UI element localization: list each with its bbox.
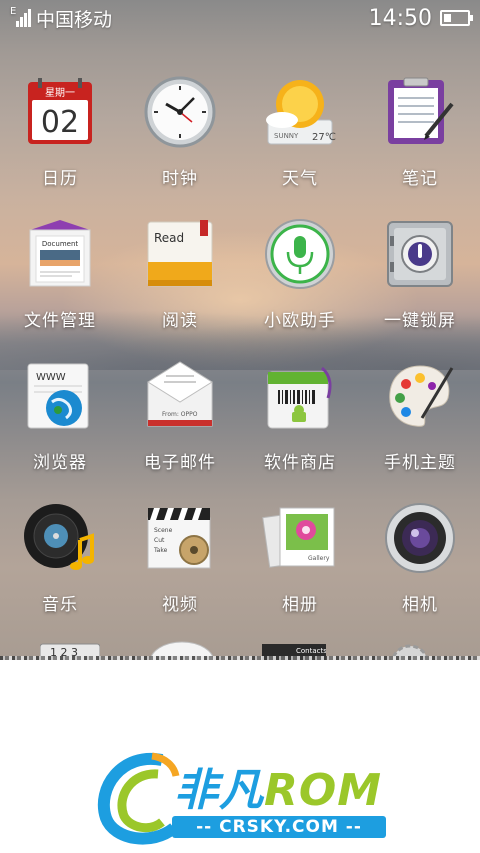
app-theme[interactable]: 手机主题 [360, 354, 480, 496]
app-label: 浏览器 [33, 453, 87, 473]
app-label: 电子邮件 [144, 453, 216, 473]
clock-time: 14:50 [368, 5, 432, 31]
app-label: 软件商店 [264, 453, 336, 473]
app-label: 天气 [282, 169, 318, 189]
contacts-text: Contacts [296, 647, 326, 655]
app-label: 相机 [402, 595, 438, 615]
app-label: 日历 [42, 169, 78, 189]
clock-icon [142, 74, 218, 150]
signal-icon: E [10, 6, 31, 27]
battery-icon [440, 10, 473, 26]
app-browser[interactable]: WWW 浏览器 [0, 354, 120, 496]
app-label: 笔记 [402, 169, 438, 189]
watermark-site: -- CRSKY.COM -- [172, 816, 386, 838]
status-right: 14:50 [368, 5, 473, 31]
status-bar: E 中国移动 14:50 [0, 0, 480, 36]
calendar-day: 02 [41, 105, 79, 140]
voice-assistant-icon [262, 216, 338, 292]
browser-icon: WWW [22, 358, 98, 434]
app-music[interactable]: 音乐 [0, 496, 120, 638]
theme-palette-icon [382, 358, 458, 434]
music-icon [22, 500, 98, 576]
app-store-icon [262, 358, 338, 434]
calendar-weekday: 星期一 [45, 87, 75, 99]
app-label: 小欧助手 [264, 311, 336, 331]
app-store[interactable]: 软件商店 [240, 354, 360, 496]
app-clock[interactable]: 时钟 [120, 70, 240, 212]
weather-icon: SUNNY 27℃ [262, 74, 338, 150]
app-label: 文件管理 [24, 311, 96, 331]
network-type: E [10, 6, 17, 17]
app-label: 视频 [162, 595, 198, 615]
safe-lock-icon [382, 216, 458, 292]
app-label: 一键锁屏 [384, 311, 456, 331]
browser-page-text: WWW [36, 372, 66, 383]
watermark-brand: 非凡ROM [174, 754, 382, 818]
app-grid: 星期一 02 日历 时钟 SUNNY 27℃ 天气 笔记 Document 文件… [0, 70, 480, 638]
app-label: 相册 [282, 595, 318, 615]
gallery-photo-text: Gallery [308, 555, 330, 562]
home-screen: E 中国移动 14:50 星期一 02 日历 时钟 SUNNY 27℃ 天气 笔… [0, 0, 480, 660]
email-envelope-text: From: OPPO [162, 411, 198, 418]
app-label: 音乐 [42, 595, 78, 615]
app-email[interactable]: From: OPPO 电子邮件 [120, 354, 240, 496]
camera-icon [382, 500, 458, 576]
app-video[interactable]: Scene Cut Take 视频 [120, 496, 240, 638]
file-manager-icon: Document [22, 216, 98, 292]
app-label: 阅读 [162, 311, 198, 331]
screen-edge-artifact [0, 656, 480, 660]
weather-condition: SUNNY [274, 132, 299, 140]
watermark-brand-cn: 非凡 [174, 765, 264, 816]
crsky-watermark-logo: 非凡ROM -- CRSKY.COM -- [92, 748, 392, 848]
watermark-brand-en: ROM [264, 765, 383, 816]
reader-book-text: Read [154, 231, 184, 245]
app-gallery[interactable]: Gallery 相册 [240, 496, 360, 638]
app-weather[interactable]: SUNNY 27℃ 天气 [240, 70, 360, 212]
reader-icon: Read [142, 216, 218, 292]
app-notes[interactable]: 笔记 [360, 70, 480, 212]
app-reader[interactable]: Read 阅读 [120, 212, 240, 354]
weather-temp: 27℃ [312, 132, 336, 143]
app-voice-assistant[interactable]: 小欧助手 [240, 212, 360, 354]
clapper-line-3: Take [153, 547, 168, 554]
notepad-icon [382, 74, 458, 150]
app-file-manager[interactable]: Document 文件管理 [0, 212, 120, 354]
app-lock-screen[interactable]: 一键锁屏 [360, 212, 480, 354]
swirl-logo-icon [97, 752, 180, 845]
app-camera[interactable]: 相机 [360, 496, 480, 638]
file-doc-text: Document [42, 240, 79, 248]
email-icon: From: OPPO [142, 358, 218, 434]
calendar-icon: 星期一 02 [22, 74, 98, 150]
clapper-line-1: Scene [154, 527, 173, 534]
clapper-line-2: Cut [154, 537, 165, 544]
gallery-icon: Gallery [262, 500, 338, 576]
carrier-name: 中国移动 [36, 8, 113, 31]
app-calendar[interactable]: 星期一 02 日历 [0, 70, 120, 212]
status-left: E 中国移动 [10, 5, 112, 32]
video-icon: Scene Cut Take [142, 500, 218, 576]
app-label: 手机主题 [384, 453, 456, 473]
app-label: 时钟 [162, 169, 198, 189]
